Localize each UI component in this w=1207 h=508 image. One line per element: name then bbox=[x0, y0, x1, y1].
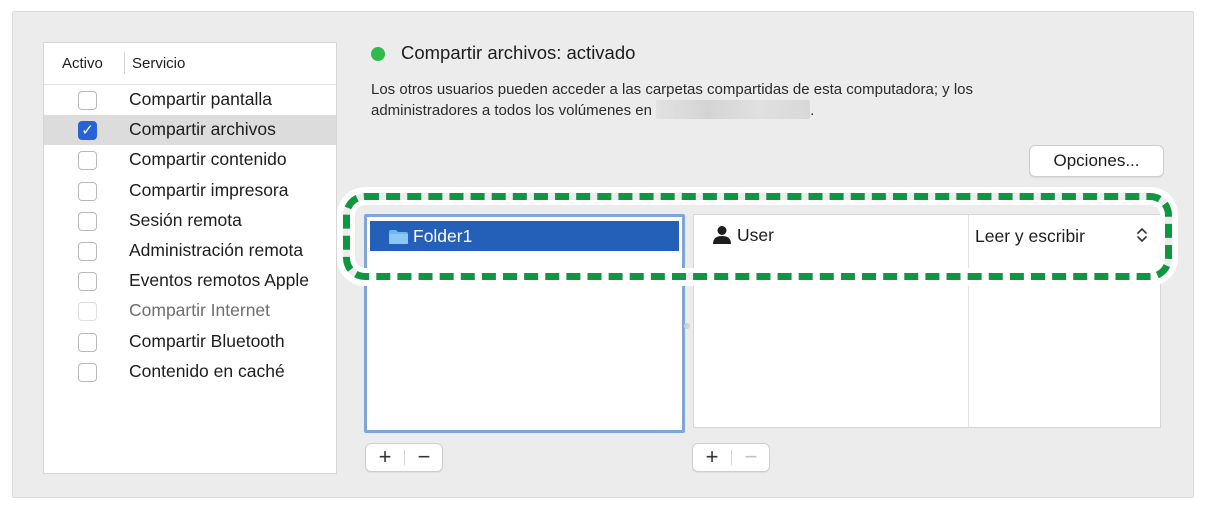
service-row[interactable]: Compartir Internet bbox=[44, 296, 336, 326]
service-label: Compartir archivos bbox=[129, 119, 276, 140]
folders-add-remove-control: + − bbox=[365, 443, 443, 472]
shared-folders-table[interactable]: Folder1 bbox=[364, 214, 685, 433]
service-description: Los otros usuarios pueden acceder a las … bbox=[371, 79, 1131, 121]
add-user-button[interactable]: + bbox=[693, 444, 731, 471]
remove-user-button[interactable]: − bbox=[732, 444, 770, 471]
services-list-header: Activo Servicio bbox=[44, 43, 336, 85]
users-permissions-table[interactable]: User Leer y escribir bbox=[693, 214, 1161, 428]
services-list: Activo Servicio Compartir pantalla ✓ Compa… bbox=[43, 42, 337, 474]
service-checkbox[interactable] bbox=[78, 362, 97, 382]
service-checkbox[interactable] bbox=[78, 332, 97, 352]
service-row[interactable]: Compartir pantalla bbox=[44, 85, 336, 115]
service-label: Eventos remotos Apple bbox=[129, 270, 309, 291]
service-row[interactable]: Eventos remotos Apple bbox=[44, 266, 336, 296]
service-checkbox[interactable] bbox=[78, 302, 97, 322]
user-icon bbox=[713, 226, 731, 244]
add-folder-button[interactable]: + bbox=[366, 444, 404, 471]
service-label: Administración remota bbox=[129, 240, 304, 260]
service-label: Compartir pantalla bbox=[129, 89, 272, 109]
permission-popup[interactable]: Leer y escribir bbox=[975, 226, 1085, 247]
service-row[interactable]: Administración remota bbox=[44, 236, 336, 266]
users-column-separator bbox=[968, 215, 969, 427]
column-header-activo[interactable]: Activo bbox=[62, 55, 103, 72]
service-label: Compartir impresora bbox=[129, 179, 289, 200]
column-separator bbox=[124, 52, 125, 74]
options-button[interactable]: Opciones... bbox=[1029, 145, 1164, 177]
service-checkbox[interactable] bbox=[78, 272, 97, 292]
service-row[interactable]: Compartir impresora bbox=[44, 176, 336, 206]
redacted-computer-name bbox=[656, 100, 811, 119]
splitter-handle[interactable] bbox=[684, 323, 690, 329]
service-row[interactable]: Compartir contenido bbox=[44, 145, 336, 175]
description-line-2-prefix: administradores a todos los volúmenes en bbox=[371, 102, 652, 119]
service-row[interactable]: ✓ Compartir archivos bbox=[44, 115, 336, 146]
service-checkbox[interactable]: ✓ bbox=[78, 121, 97, 141]
service-row[interactable]: Contenido en caché bbox=[44, 357, 336, 387]
remove-folder-button[interactable]: − bbox=[405, 444, 443, 471]
service-label: Compartir Bluetooth bbox=[129, 330, 285, 351]
description-line-2-suffix: . bbox=[810, 102, 815, 119]
status-indicator-icon bbox=[371, 47, 385, 61]
service-checkbox[interactable] bbox=[78, 151, 97, 171]
service-label: Compartir Internet bbox=[129, 300, 271, 321]
user-name[interactable]: User bbox=[737, 225, 774, 246]
service-row[interactable]: Compartir Bluetooth bbox=[44, 327, 336, 357]
folder-name: Folder1 bbox=[413, 226, 473, 246]
service-checkbox[interactable] bbox=[78, 181, 97, 201]
service-label: Compartir contenido bbox=[129, 149, 287, 170]
service-row[interactable]: Sesión remota bbox=[44, 206, 336, 236]
service-checkbox[interactable] bbox=[78, 91, 97, 110]
service-checkbox[interactable] bbox=[78, 242, 97, 261]
description-line-1: Los otros usuarios pueden acceder a las … bbox=[371, 81, 974, 98]
status-title: Compartir archivos: activado bbox=[401, 42, 636, 63]
column-header-servicio[interactable]: Servicio bbox=[132, 55, 185, 72]
chevron-up-down-icon[interactable] bbox=[1135, 225, 1149, 245]
service-label: Contenido en caché bbox=[129, 360, 285, 381]
folder-icon bbox=[389, 230, 408, 244]
users-add-remove-control: + − bbox=[692, 443, 770, 472]
folder-row[interactable]: Folder1 bbox=[370, 221, 679, 251]
service-label: Sesión remota bbox=[129, 209, 242, 230]
service-checkbox[interactable] bbox=[78, 211, 97, 231]
